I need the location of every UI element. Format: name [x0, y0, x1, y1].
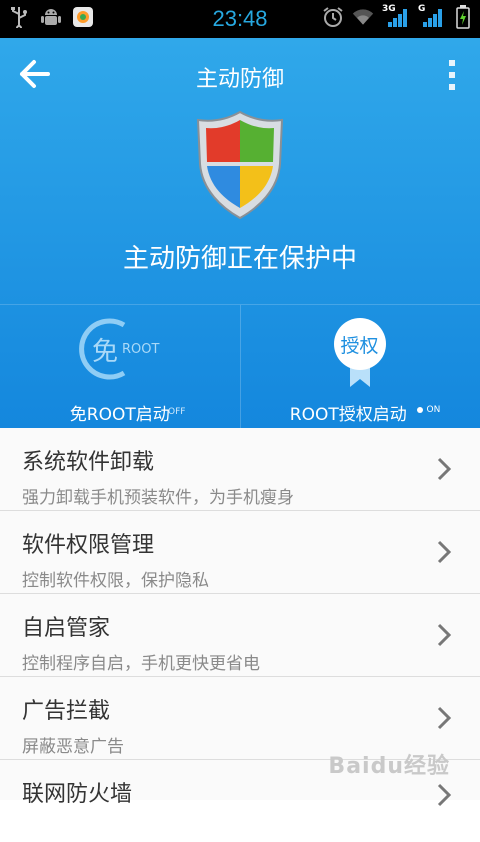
authorize-badge-icon: 授权: [333, 317, 387, 389]
chevron-right-icon: [436, 456, 452, 482]
launch-mode-panels: 免 ROOT 免ROOT启动 OFF 授权 ROOT授权启动 ON: [0, 304, 480, 428]
chevron-right-icon: [436, 705, 452, 731]
chevron-right-icon: [436, 782, 452, 808]
list-item-subtitle: 控制程序自启，手机更快更省电: [22, 649, 260, 674]
list-item-title: 广告拦截: [22, 693, 110, 725]
list-item-subtitle: 控制软件权限，保护隐私: [22, 566, 209, 591]
3g-label: 3G: [382, 4, 396, 14]
page-title: 主动防御: [0, 61, 480, 93]
list-item-subtitle: 屏蔽恶意广告: [22, 732, 124, 757]
no-root-toggle[interactable]: OFF: [168, 407, 185, 417]
chevron-right-icon: [436, 622, 452, 648]
list-item-subtitle: 强力卸载手机预装软件，为手机瘦身: [22, 483, 294, 508]
root-auth-toggle[interactable]: ON: [417, 405, 441, 415]
root-auth-toggle-label: ON: [427, 405, 441, 415]
feature-list: 系统软件卸载 强力卸载手机预装软件，为手机瘦身 软件权限管理 控制软件权限，保护…: [0, 428, 480, 800]
list-item-permission-management[interactable]: 软件权限管理 控制软件权限，保护隐私: [0, 511, 480, 594]
list-item-title: 自启管家: [22, 610, 110, 642]
toggle-on-dot: [417, 407, 423, 413]
root-auth-launch-panel[interactable]: 授权 ROOT授权启动 ON: [240, 304, 480, 428]
protection-status: 主动防御正在保护中: [0, 238, 480, 275]
status-bar: 23:48 3G G: [0, 0, 480, 38]
more-vert-icon: [446, 58, 458, 92]
authorize-badge-text: 授权: [333, 331, 387, 358]
g-signal-icon: G: [418, 6, 444, 28]
battery-icon: [452, 6, 474, 28]
no-root-launch-label: 免ROOT启动: [0, 400, 240, 425]
no-root-icon: 免 ROOT: [78, 317, 164, 381]
list-item-title: 软件权限管理: [22, 527, 154, 559]
3g-signal-icon: 3G: [382, 6, 410, 28]
overflow-menu-button[interactable]: [446, 58, 458, 92]
no-root-icon-main: 免: [92, 331, 118, 368]
shield-icon: [194, 110, 286, 220]
list-item-uninstall-system-apps[interactable]: 系统软件卸载 强力卸载手机预装软件，为手机瘦身: [0, 428, 480, 511]
no-root-launch-panel[interactable]: 免 ROOT 免ROOT启动 OFF: [0, 304, 240, 428]
chevron-right-icon: [436, 539, 452, 565]
list-item-title: 联网防火墙: [22, 776, 132, 808]
wifi-icon: [352, 6, 374, 28]
watermark: Baidu经验: [328, 748, 450, 780]
list-item-autostart-manager[interactable]: 自启管家 控制程序自启，手机更快更省电: [0, 594, 480, 677]
g-label: G: [418, 4, 425, 14]
no-root-icon-sub: ROOT: [122, 342, 159, 357]
list-item-title: 系统软件卸载: [22, 444, 154, 476]
alarm-icon: [322, 6, 344, 28]
